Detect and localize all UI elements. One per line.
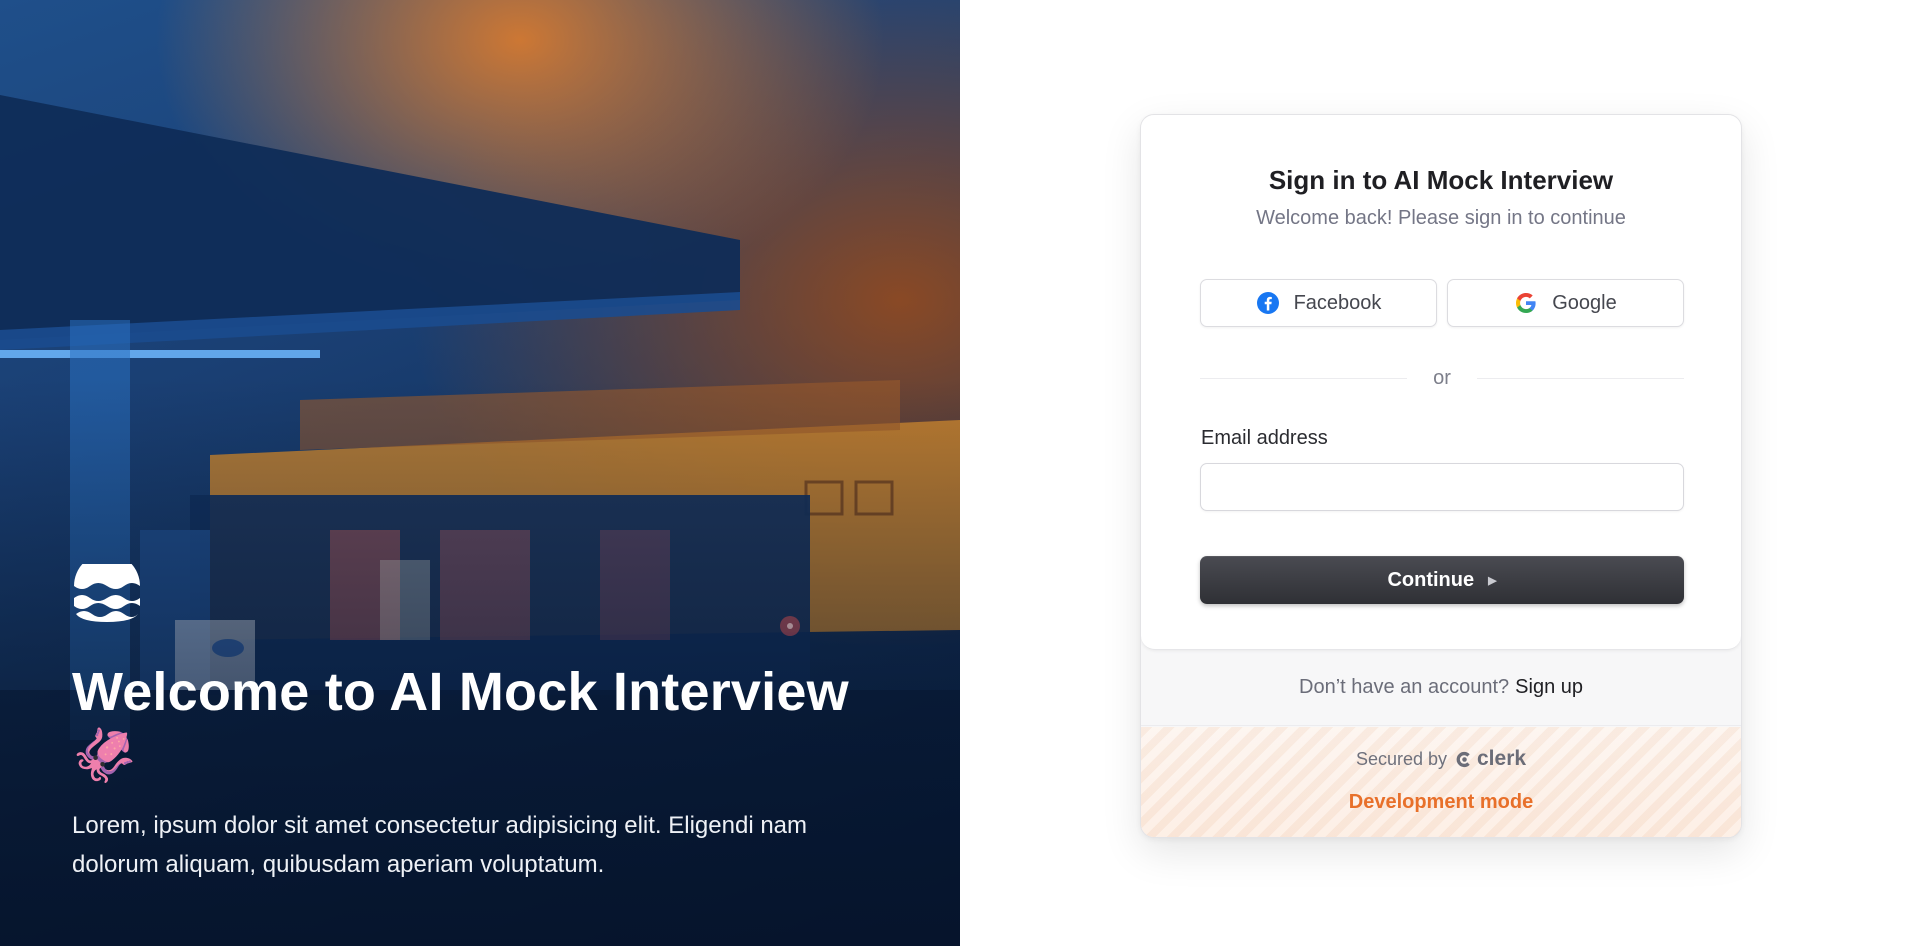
divider-line-right — [1476, 377, 1685, 379]
sign-in-card: Sign in to AI Mock Interview Welcome bac… — [1140, 114, 1742, 838]
sign-in-page: Welcome to AI Mock Interview 🦑 Lorem, ip… — [0, 0, 1920, 946]
email-input[interactable] — [1200, 463, 1684, 511]
hero-title: Welcome to AI Mock Interview — [72, 662, 849, 722]
social-buttons-row: Facebook Google — [1200, 279, 1684, 327]
secured-by-row: Secured by clerk — [1141, 747, 1741, 771]
or-divider: or — [1200, 365, 1685, 391]
auth-area: Sign in to AI Mock Interview Welcome bac… — [960, 0, 1920, 946]
google-button-label: Google — [1552, 291, 1617, 314]
hero-panel: Welcome to AI Mock Interview 🦑 Lorem, ip… — [0, 0, 960, 946]
facebook-sign-in-button[interactable]: Facebook — [1200, 279, 1437, 327]
sign-up-link[interactable]: Sign up — [1515, 676, 1583, 699]
clerk-logo-icon — [1456, 751, 1470, 767]
hero-description: Lorem, ipsum dolor sit amet consectetur … — [72, 812, 808, 878]
no-account-text: Don’t have an account? — [1299, 676, 1510, 698]
waves-logo-icon — [74, 564, 140, 622]
google-sign-in-button[interactable]: Google — [1447, 279, 1684, 327]
facebook-icon — [1256, 292, 1279, 314]
secured-footer: Secured by clerk Development mode — [1141, 727, 1741, 837]
hero-content: Welcome to AI Mock Interview 🦑 Lorem, ip… — [72, 564, 892, 884]
email-label: Email address — [1201, 427, 1328, 449]
signup-footer: Don’t have an account? Sign up — [1141, 650, 1741, 726]
sign-in-subtitle: Welcome back! Please sign in to continue — [1256, 207, 1626, 229]
google-icon — [1516, 293, 1536, 313]
divider-text: or — [1433, 366, 1451, 389]
squid-emoji: 🦑 — [72, 727, 137, 785]
development-mode-label: Development mode — [1348, 791, 1534, 813]
triangle-right-icon: ▶ — [1488, 574, 1497, 587]
sign-in-title: Sign in to AI Mock Interview — [1268, 165, 1614, 195]
divider-line-left — [1200, 377, 1408, 379]
facebook-button-label: Facebook — [1293, 291, 1382, 314]
clerk-logo-text: clerk — [1477, 747, 1527, 770]
continue-button[interactable]: Continue ▶ — [1200, 556, 1684, 604]
sign-in-card-main: Sign in to AI Mock Interview Welcome bac… — [1141, 115, 1741, 650]
secured-by-text: Secured by — [1355, 748, 1447, 769]
continue-button-label: Continue — [1387, 568, 1475, 591]
clerk-logo-link[interactable]: clerk — [1455, 747, 1526, 771]
